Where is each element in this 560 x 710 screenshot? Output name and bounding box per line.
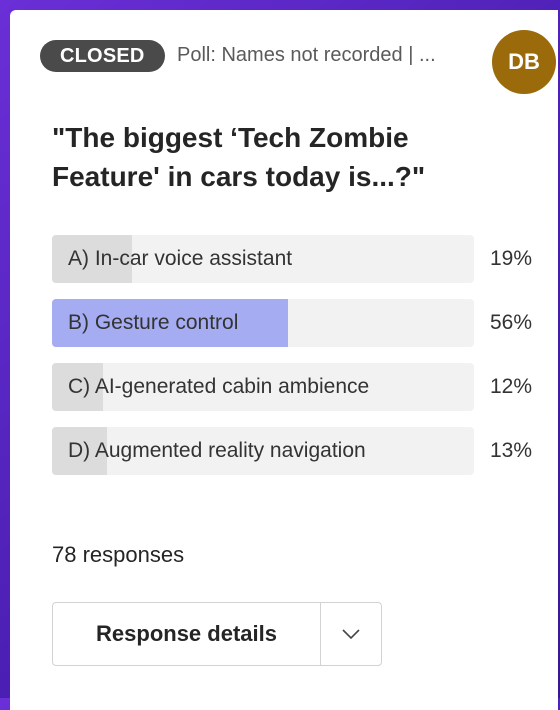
option-label: D) Augmented reality navigation (68, 439, 366, 462)
option-label: B) Gesture control (68, 311, 239, 334)
option-percent: 12% (490, 375, 533, 398)
chevron-down-icon (342, 629, 360, 640)
poll-options: A) In-car voice assistant 19% B) Gesture… (52, 235, 560, 491)
poll-card: CLOSED Poll: Names not recorded | ... DB… (10, 10, 558, 710)
avatar[interactable]: DB (492, 30, 556, 94)
poll-option-c: C) AI-generated cabin ambience 12% (52, 363, 560, 411)
poll-option-a: A) In-car voice assistant 19% (52, 235, 560, 283)
poll-question: "The biggest ‘Tech Zombie Feature' in ca… (52, 122, 426, 192)
option-label: A) In-car voice assistant (68, 247, 293, 270)
option-percent: 19% (490, 247, 533, 270)
option-percent: 56% (490, 311, 533, 334)
poll-header: CLOSED Poll: Names not recorded | ... DB (40, 30, 560, 94)
poll-subtitle: Poll: Names not recorded | ... (177, 44, 436, 66)
response-details-button[interactable]: Response details (53, 603, 321, 665)
responses-count: 78 responses (52, 542, 185, 567)
option-label: C) AI-generated cabin ambience (68, 375, 370, 398)
poll-option-d: D) Augmented reality navigation 13% (52, 427, 560, 475)
status-badge: CLOSED (40, 40, 165, 72)
response-details-control: Response details (52, 602, 382, 666)
poll-option-b: B) Gesture control 56% (52, 299, 560, 347)
option-percent: 13% (490, 439, 533, 462)
details-dropdown-button[interactable] (321, 603, 381, 665)
